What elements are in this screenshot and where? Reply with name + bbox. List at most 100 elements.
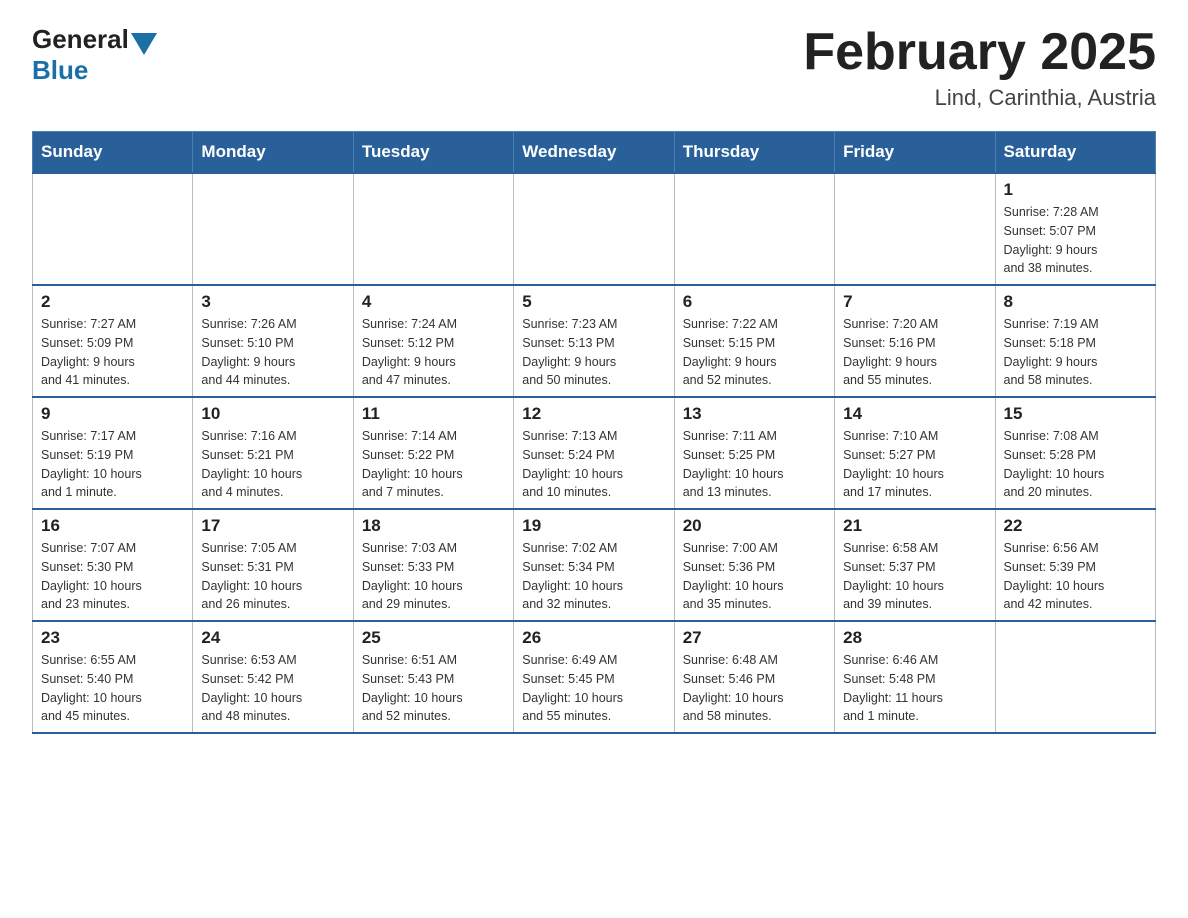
day-number: 28 xyxy=(843,628,986,648)
day-info: Sunrise: 7:27 AMSunset: 5:09 PMDaylight:… xyxy=(41,315,184,390)
day-number: 9 xyxy=(41,404,184,424)
day-number: 2 xyxy=(41,292,184,312)
day-number: 1 xyxy=(1004,180,1147,200)
day-number: 25 xyxy=(362,628,505,648)
day-info: Sunrise: 7:22 AMSunset: 5:15 PMDaylight:… xyxy=(683,315,826,390)
day-info: Sunrise: 7:10 AMSunset: 5:27 PMDaylight:… xyxy=(843,427,986,502)
day-number: 8 xyxy=(1004,292,1147,312)
title-block: February 2025 Lind, Carinthia, Austria xyxy=(803,24,1156,111)
week-row-1: 1 Sunrise: 7:28 AMSunset: 5:07 PMDaylight… xyxy=(33,173,1156,285)
day-number: 22 xyxy=(1004,516,1147,536)
day-number: 5 xyxy=(522,292,665,312)
calendar-cell: 7 Sunrise: 7:20 AMSunset: 5:16 PMDaylight… xyxy=(835,285,995,397)
calendar-cell: 5Sunrise: 7:23 AMSunset: 5:13 PMDaylight… xyxy=(514,285,674,397)
day-info: Sunrise: 7:19 AMSunset: 5:18 PMDaylight:… xyxy=(1004,315,1147,390)
calendar-cell: 14 Sunrise: 7:10 AMSunset: 5:27 PMDayligh… xyxy=(835,397,995,509)
week-row-2: 2 Sunrise: 7:27 AMSunset: 5:09 PMDaylight… xyxy=(33,285,1156,397)
col-header-sunday: Sunday xyxy=(33,132,193,174)
calendar-cell xyxy=(995,621,1155,733)
calendar-cell xyxy=(193,173,353,285)
calendar-cell: 27Sunrise: 6:48 AMSunset: 5:46 PMDayligh… xyxy=(674,621,834,733)
calendar-cell: 13Sunrise: 7:11 AMSunset: 5:25 PMDayligh… xyxy=(674,397,834,509)
calendar-cell xyxy=(353,173,513,285)
day-number: 17 xyxy=(201,516,344,536)
calendar-subtitle: Lind, Carinthia, Austria xyxy=(803,85,1156,111)
day-number: 21 xyxy=(843,516,986,536)
week-row-5: 23 Sunrise: 6:55 AMSunset: 5:40 PMDayligh… xyxy=(33,621,1156,733)
day-info: Sunrise: 7:05 AMSunset: 5:31 PMDaylight:… xyxy=(201,539,344,614)
calendar-cell: 21Sunrise: 6:58 AMSunset: 5:37 PMDayligh… xyxy=(835,509,995,621)
day-number: 12 xyxy=(522,404,665,424)
calendar-cell: 1 Sunrise: 7:28 AMSunset: 5:07 PMDaylight… xyxy=(995,173,1155,285)
day-info: Sunrise: 6:53 AMSunset: 5:42 PMDaylight:… xyxy=(201,651,344,726)
day-info: Sunrise: 7:20 AMSunset: 5:16 PMDaylight:… xyxy=(843,315,986,390)
week-row-3: 9 Sunrise: 7:17 AMSunset: 5:19 PMDaylight… xyxy=(33,397,1156,509)
day-info: Sunrise: 6:55 AMSunset: 5:40 PMDaylight:… xyxy=(41,651,184,726)
calendar-cell: 25 Sunrise: 6:51 AMSunset: 5:43 PMDayligh… xyxy=(353,621,513,733)
day-number: 6 xyxy=(683,292,826,312)
calendar-cell xyxy=(674,173,834,285)
calendar-cell: 2 Sunrise: 7:27 AMSunset: 5:09 PMDaylight… xyxy=(33,285,193,397)
day-info: Sunrise: 7:16 AMSunset: 5:21 PMDaylight:… xyxy=(201,427,344,502)
day-info: Sunrise: 7:13 AMSunset: 5:24 PMDaylight:… xyxy=(522,427,665,502)
header-row: SundayMondayTuesdayWednesdayThursdayFrid… xyxy=(33,132,1156,174)
day-info: Sunrise: 6:49 AMSunset: 5:45 PMDaylight:… xyxy=(522,651,665,726)
day-info: Sunrise: 7:03 AMSunset: 5:33 PMDaylight:… xyxy=(362,539,505,614)
calendar-cell: 18 Sunrise: 7:03 AMSunset: 5:33 PMDayligh… xyxy=(353,509,513,621)
day-number: 26 xyxy=(522,628,665,648)
day-number: 16 xyxy=(41,516,184,536)
day-info: Sunrise: 7:24 AMSunset: 5:12 PMDaylight:… xyxy=(362,315,505,390)
day-number: 3 xyxy=(201,292,344,312)
day-info: Sunrise: 6:46 AMSunset: 5:48 PMDaylight:… xyxy=(843,651,986,726)
day-number: 4 xyxy=(362,292,505,312)
calendar-cell: 28 Sunrise: 6:46 AMSunset: 5:48 PMDayligh… xyxy=(835,621,995,733)
day-number: 19 xyxy=(522,516,665,536)
calendar-cell: 16 Sunrise: 7:07 AMSunset: 5:30 PMDayligh… xyxy=(33,509,193,621)
day-info: Sunrise: 7:26 AMSunset: 5:10 PMDaylight:… xyxy=(201,315,344,390)
calendar-cell: 23 Sunrise: 6:55 AMSunset: 5:40 PMDayligh… xyxy=(33,621,193,733)
calendar-cell: 11Sunrise: 7:14 AMSunset: 5:22 PMDayligh… xyxy=(353,397,513,509)
day-info: Sunrise: 6:56 AMSunset: 5:39 PMDaylight:… xyxy=(1004,539,1147,614)
day-info: Sunrise: 7:00 AMSunset: 5:36 PMDaylight:… xyxy=(683,539,826,614)
logo-triangle-icon xyxy=(131,33,157,55)
day-number: 13 xyxy=(683,404,826,424)
day-number: 7 xyxy=(843,292,986,312)
col-header-saturday: Saturday xyxy=(995,132,1155,174)
logo: General Blue xyxy=(32,24,159,86)
day-number: 20 xyxy=(683,516,826,536)
calendar-cell: 26 Sunrise: 6:49 AMSunset: 5:45 PMDayligh… xyxy=(514,621,674,733)
day-number: 14 xyxy=(843,404,986,424)
calendar-cell: 4 Sunrise: 7:24 AMSunset: 5:12 PMDaylight… xyxy=(353,285,513,397)
calendar-cell: 19 Sunrise: 7:02 AMSunset: 5:34 PMDayligh… xyxy=(514,509,674,621)
calendar-cell xyxy=(835,173,995,285)
calendar-cell: 24Sunrise: 6:53 AMSunset: 5:42 PMDayligh… xyxy=(193,621,353,733)
col-header-wednesday: Wednesday xyxy=(514,132,674,174)
calendar-cell: 8 Sunrise: 7:19 AMSunset: 5:18 PMDaylight… xyxy=(995,285,1155,397)
logo-general-text: General xyxy=(32,24,129,55)
calendar-cell: 17 Sunrise: 7:05 AMSunset: 5:31 PMDayligh… xyxy=(193,509,353,621)
col-header-thursday: Thursday xyxy=(674,132,834,174)
day-info: Sunrise: 7:14 AMSunset: 5:22 PMDaylight:… xyxy=(362,427,505,502)
day-info: Sunrise: 6:48 AMSunset: 5:46 PMDaylight:… xyxy=(683,651,826,726)
col-header-tuesday: Tuesday xyxy=(353,132,513,174)
day-info: Sunrise: 7:28 AMSunset: 5:07 PMDaylight:… xyxy=(1004,203,1147,278)
calendar-cell: 22 Sunrise: 6:56 AMSunset: 5:39 PMDayligh… xyxy=(995,509,1155,621)
day-number: 15 xyxy=(1004,404,1147,424)
calendar-cell: 3 Sunrise: 7:26 AMSunset: 5:10 PMDaylight… xyxy=(193,285,353,397)
calendar-cell: 10Sunrise: 7:16 AMSunset: 5:21 PMDayligh… xyxy=(193,397,353,509)
calendar-cell: 12 Sunrise: 7:13 AMSunset: 5:24 PMDayligh… xyxy=(514,397,674,509)
day-number: 23 xyxy=(41,628,184,648)
day-number: 18 xyxy=(362,516,505,536)
day-info: Sunrise: 7:07 AMSunset: 5:30 PMDaylight:… xyxy=(41,539,184,614)
page-header: General Blue February 2025 Lind, Carinth… xyxy=(32,24,1156,111)
calendar-cell: 15Sunrise: 7:08 AMSunset: 5:28 PMDayligh… xyxy=(995,397,1155,509)
calendar-cell xyxy=(514,173,674,285)
week-row-4: 16 Sunrise: 7:07 AMSunset: 5:30 PMDayligh… xyxy=(33,509,1156,621)
calendar-cell: 6 Sunrise: 7:22 AMSunset: 5:15 PMDaylight… xyxy=(674,285,834,397)
day-info: Sunrise: 7:02 AMSunset: 5:34 PMDaylight:… xyxy=(522,539,665,614)
calendar-cell: 20 Sunrise: 7:00 AMSunset: 5:36 PMDayligh… xyxy=(674,509,834,621)
day-info: Sunrise: 7:17 AMSunset: 5:19 PMDaylight:… xyxy=(41,427,184,502)
logo-blue-text: Blue xyxy=(32,55,88,86)
calendar-title: February 2025 xyxy=(803,24,1156,81)
day-info: Sunrise: 6:51 AMSunset: 5:43 PMDaylight:… xyxy=(362,651,505,726)
